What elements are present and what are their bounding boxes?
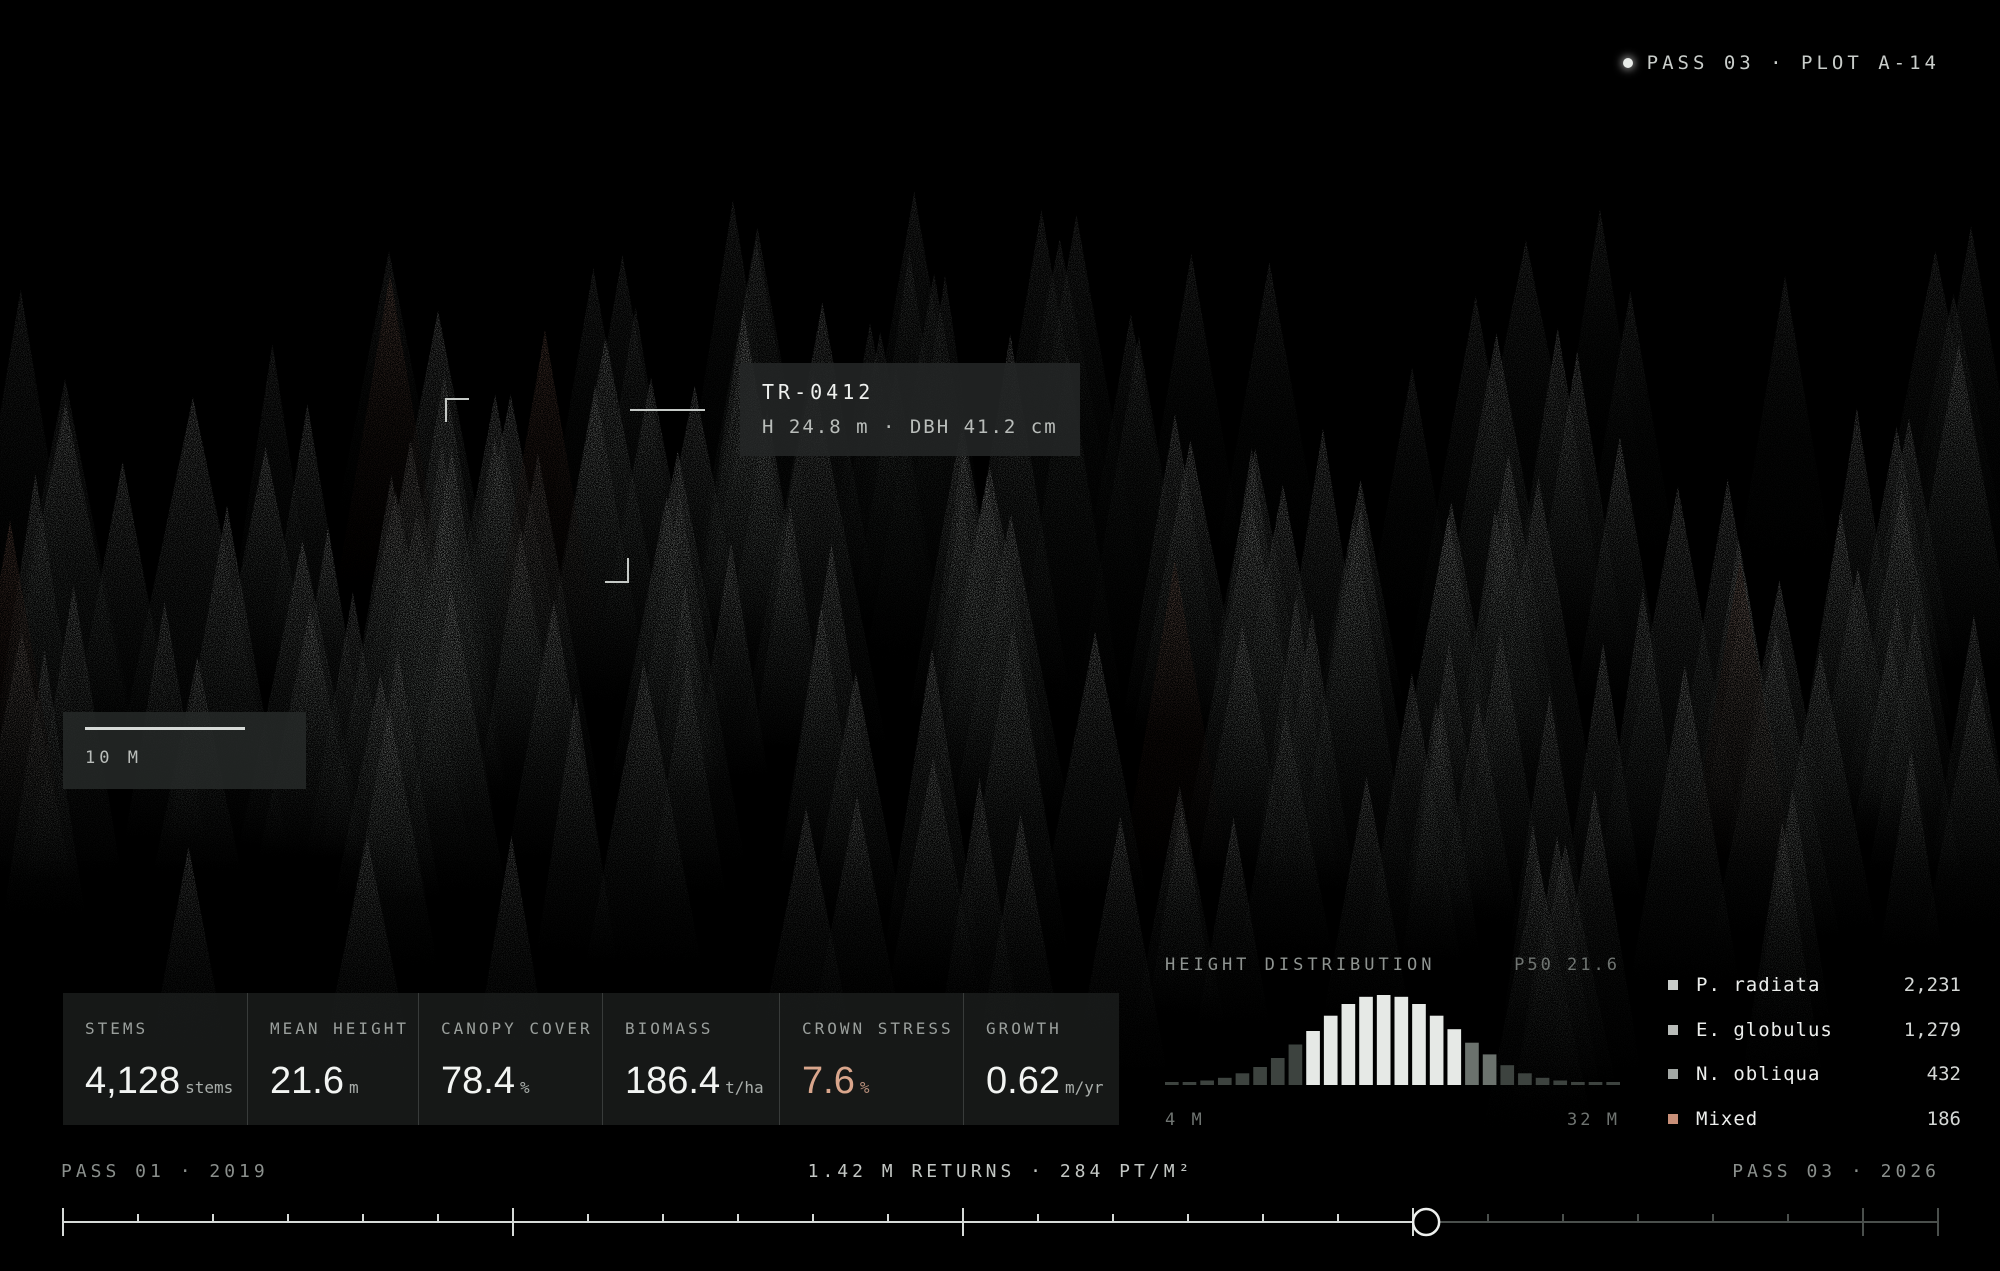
- selection-bracket-top-left-h: [445, 398, 469, 400]
- legend-swatch: [1668, 1069, 1678, 1080]
- selection-bracket-bottom-right: [627, 558, 629, 582]
- tree-tooltip: TR-0412 H 24.8 m · DBH 41.2 cm: [740, 363, 1080, 456]
- selection-bracket-bottom-right-h: [605, 581, 629, 583]
- metric-canopy-cover: CANOPY COVER 78.4%: [419, 993, 603, 1125]
- legend-swatch: [1668, 1024, 1678, 1035]
- histogram-bar: [1482, 1054, 1497, 1085]
- histogram-median: P50 21.6: [1514, 955, 1620, 975]
- legend-count: 1,279: [1903, 1018, 1961, 1041]
- legend-species: N. obliqua: [1696, 1063, 1821, 1086]
- histogram-bar: [1235, 1073, 1250, 1085]
- histogram-bar: [1429, 1015, 1444, 1085]
- metric-label: GROWTH: [986, 1019, 1062, 1038]
- metric-stems: STEMS 4,128 stems: [63, 993, 248, 1125]
- histogram-bar: [1588, 1082, 1603, 1085]
- legend-count: 186: [1926, 1107, 1961, 1130]
- pass-timeline-slider[interactable]: [0, 1195, 2000, 1245]
- histogram-min-label: 4 M: [1165, 1110, 1205, 1130]
- scale-bar: 10 M: [63, 712, 306, 789]
- metric-label: CANOPY COVER: [441, 1019, 593, 1038]
- legend-swatch: [1668, 1113, 1678, 1124]
- legend-species: Mixed: [1696, 1107, 1759, 1130]
- tree-measurements: H 24.8 m · DBH 41.2 cm: [762, 416, 1058, 438]
- pass-plot-label: PASS 03 · PLOT A-14: [1646, 52, 1940, 74]
- metric-value: 186.4: [625, 1060, 721, 1102]
- histogram-title: HEIGHT DISTRIBUTION: [1165, 955, 1436, 975]
- legend-item-mixed[interactable]: Mixed 186: [1668, 1097, 1961, 1142]
- histogram-bar: [1394, 996, 1409, 1085]
- histogram-bar: [1376, 995, 1391, 1085]
- histogram-bar: [1465, 1042, 1479, 1085]
- metric-unit: stems: [185, 1078, 234, 1097]
- timeline-end-label: PASS 03 · 2026: [1732, 1161, 1940, 1182]
- histogram-bars: [1165, 995, 1620, 1085]
- pass-indicator: PASS 03 · PLOT A-14: [1622, 52, 1940, 74]
- metric-label: STEMS: [85, 1019, 149, 1038]
- histogram-bar: [1165, 1082, 1179, 1085]
- histogram-bar: [1217, 1077, 1232, 1085]
- metric-value: 4,128: [85, 1060, 181, 1102]
- scale-bar-line: [85, 727, 245, 730]
- histogram-bar: [1359, 996, 1373, 1085]
- legend-species: P. radiata: [1696, 974, 1821, 997]
- histogram-bar: [1253, 1067, 1267, 1085]
- legend-species: E. globulus: [1696, 1018, 1833, 1041]
- tree-id: TR-0412: [762, 380, 875, 404]
- species-legend: P. radiata 2,231 E. globulus 1,279 N. ob…: [1668, 963, 1961, 1141]
- histogram-bar: [1200, 1080, 1214, 1085]
- timeline-handle[interactable]: [1411, 1207, 1441, 1237]
- histogram-bar: [1553, 1080, 1568, 1085]
- histogram-bar: [1288, 1044, 1303, 1085]
- legend-item-n-obliqua[interactable]: N. obliqua 432: [1668, 1052, 1961, 1097]
- histogram-bar: [1447, 1029, 1462, 1085]
- histogram-bar: [1535, 1077, 1550, 1085]
- histogram-bar: [1500, 1065, 1515, 1085]
- metric-biomass: BIOMASS 186.4 t/ha: [603, 993, 780, 1125]
- metric-label: MEAN HEIGHT: [270, 1019, 409, 1038]
- metric-label: CROWN STRESS: [802, 1019, 954, 1038]
- selection-bracket-top-left: [445, 398, 447, 422]
- status-dot-icon: [1622, 58, 1633, 68]
- legend-count: 2,231: [1903, 974, 1961, 997]
- metric-unit: m: [348, 1078, 359, 1097]
- histogram-bar: [1518, 1073, 1532, 1085]
- metric-crown-stress: CROWN STRESS 7.6%: [780, 993, 964, 1125]
- metric-unit: m/yr: [1064, 1078, 1104, 1097]
- metric-label: BIOMASS: [625, 1019, 714, 1038]
- metric-value: 78.4: [441, 1060, 515, 1102]
- scale-bar-label: 10 M: [85, 748, 142, 768]
- tooltip-leader-line: [630, 409, 705, 411]
- histogram-bar: [1341, 1004, 1356, 1085]
- histogram-bar: [1571, 1082, 1585, 1085]
- histogram-bar: [1412, 1004, 1426, 1085]
- metric-growth: GROWTH 0.62 m/yr: [964, 993, 1119, 1125]
- metric-value: 7.6: [802, 1060, 855, 1102]
- metrics-panel: STEMS 4,128 stems MEAN HEIGHT 21.6 m CANOP…: [63, 993, 1119, 1125]
- legend-item-p-radiata[interactable]: P. radiata 2,231: [1668, 963, 1961, 1008]
- histogram-bar: [1323, 1015, 1338, 1085]
- legend-count: 432: [1926, 1063, 1961, 1086]
- metric-unit: %: [859, 1078, 870, 1097]
- histogram-bar: [1606, 1082, 1620, 1085]
- returns-summary: 1.42 M RETURNS · 284 PT/M²: [807, 1161, 1194, 1182]
- metric-unit: t/ha: [725, 1078, 764, 1097]
- height-distribution-histogram: HEIGHT DISTRIBUTION P50 21.6 4 M 32 M: [1165, 955, 1620, 1130]
- histogram-bar: [1182, 1082, 1197, 1085]
- legend-item-e-globulus[interactable]: E. globulus 1,279: [1668, 1008, 1961, 1053]
- metric-unit: %: [519, 1078, 530, 1097]
- metric-mean-height: MEAN HEIGHT 21.6 m: [248, 993, 419, 1125]
- metric-value: 0.62: [986, 1060, 1060, 1102]
- legend-swatch: [1668, 980, 1678, 991]
- metric-value: 21.6: [270, 1060, 344, 1102]
- histogram-bar: [1270, 1058, 1285, 1085]
- histogram-max-label: 32 M: [1567, 1110, 1620, 1130]
- histogram-bar: [1306, 1031, 1320, 1085]
